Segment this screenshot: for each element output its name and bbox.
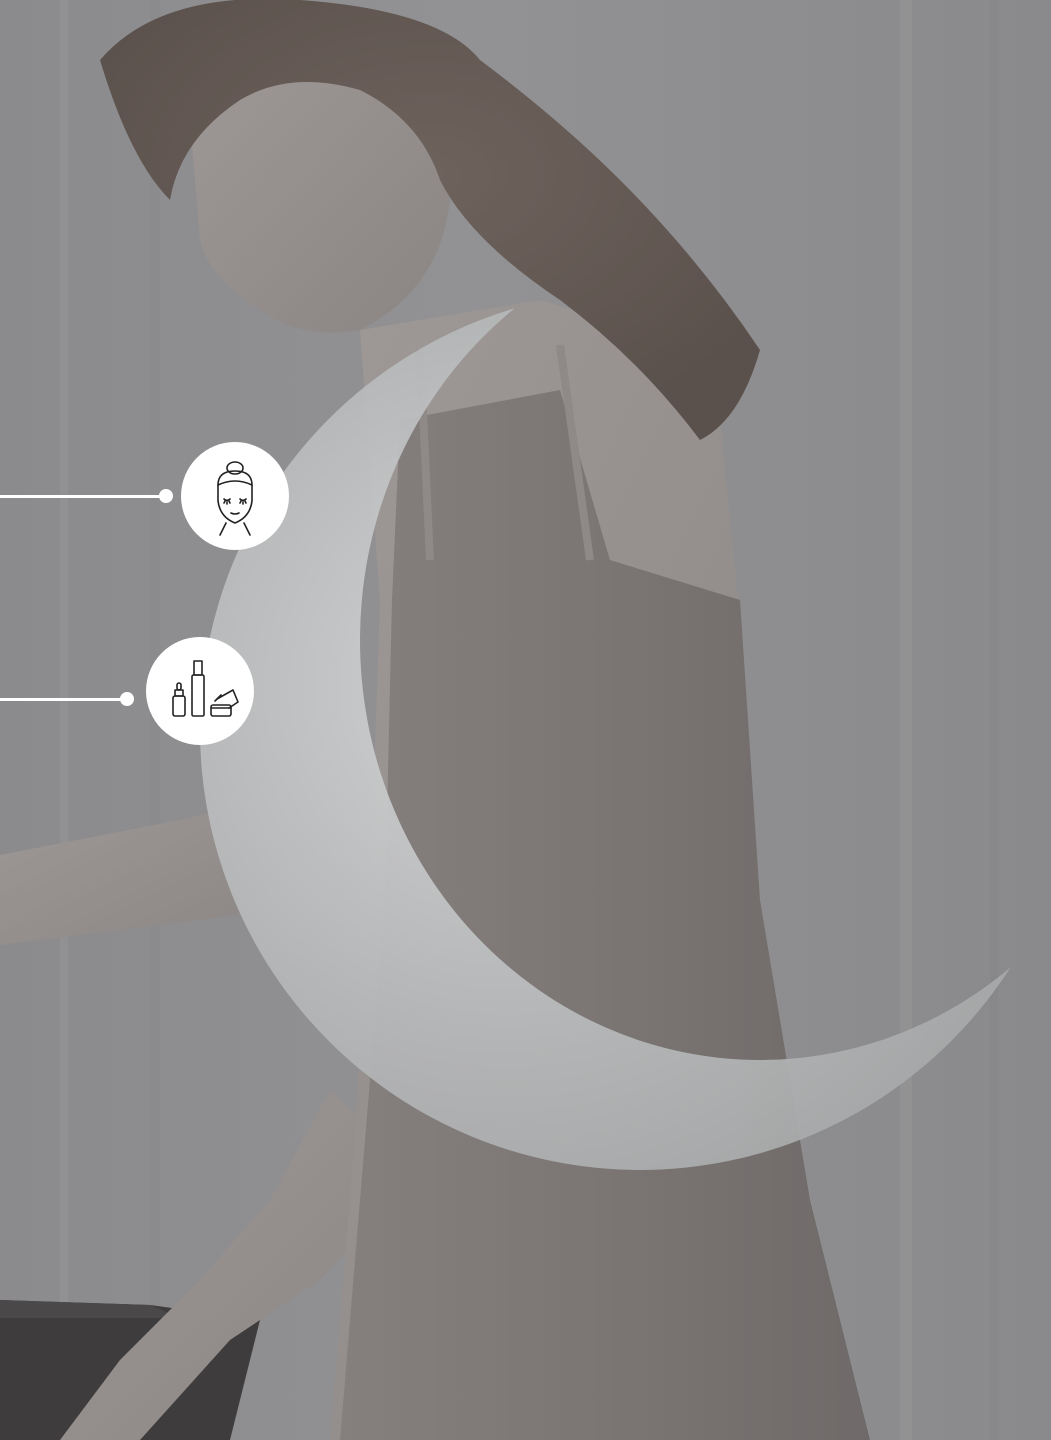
hotspot-dot — [159, 489, 173, 503]
hero-stage — [0, 0, 1051, 1440]
hotspot-line — [0, 494, 165, 498]
skincare-badge[interactable] — [146, 637, 254, 745]
face-mask-icon — [217, 461, 253, 536]
skincare-bottles-icon — [172, 660, 239, 717]
hotspot-dot — [120, 692, 134, 706]
face-mask-badge[interactable] — [181, 442, 289, 550]
hotspot-line — [0, 697, 126, 701]
